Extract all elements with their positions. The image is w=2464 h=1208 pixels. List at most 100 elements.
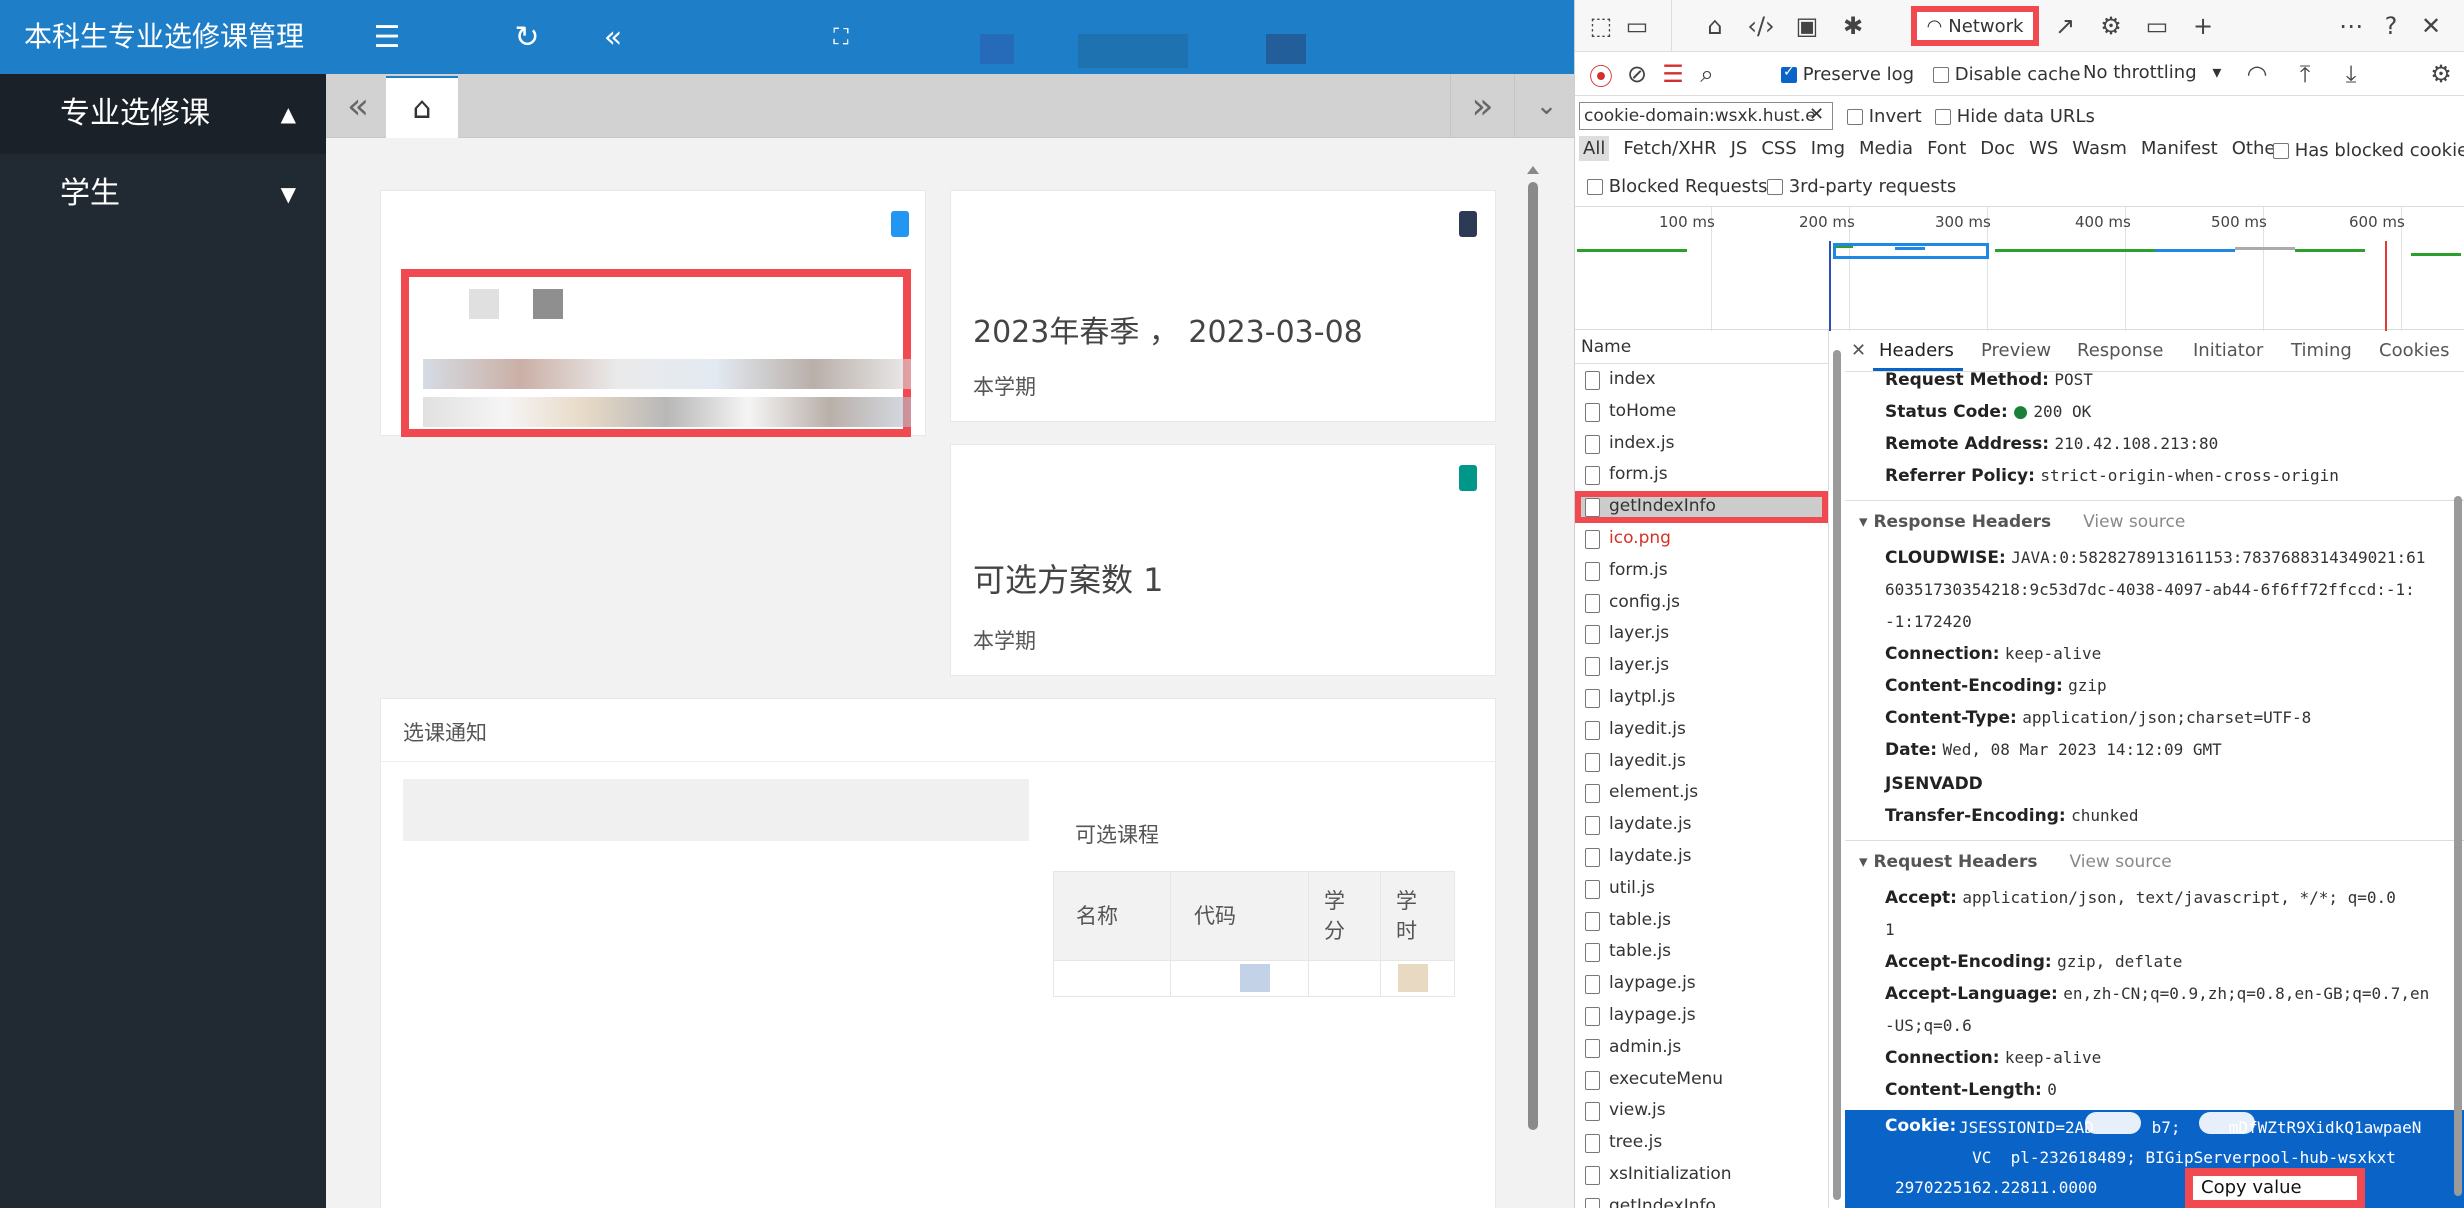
request-item[interactable]: laydate.js [1575,841,1828,873]
third-party-checkbox[interactable]: 3rd-party requests [1767,176,1956,197]
disable-cache-checkbox[interactable]: Disable cache [1933,64,2081,85]
add-tab-icon[interactable]: + [2187,10,2219,42]
clear-filter-icon[interactable]: ✕ [1809,104,1824,125]
elements-icon[interactable]: ‹/› [1745,10,1777,42]
checkbox[interactable] [1933,67,1949,83]
request-item[interactable]: laytpl.js [1575,682,1828,714]
request-list-scrollbar[interactable] [1831,336,1843,1208]
request-item[interactable]: toHome [1575,396,1828,428]
request-item[interactable]: index.js [1575,428,1828,460]
response-headers-section[interactable]: ▾ Response Headers View source [1859,512,2185,532]
close-detail-icon[interactable]: ✕ [1851,340,1866,361]
type-filter[interactable]: JS [1731,138,1748,159]
network-conditions-icon[interactable]: ◠ [2241,58,2273,90]
help-icon[interactable]: ? [2375,10,2407,42]
request-headers-section[interactable]: ▾ Request Headers View source [1859,852,2172,872]
request-item[interactable]: index [1575,364,1828,396]
menu-toggle-icon[interactable]: ☰ [366,16,408,58]
device-toggle-icon[interactable]: ▭ [1621,10,1653,42]
tabs-dropdown-icon[interactable]: ⌄ [1514,74,1574,138]
type-filter-all[interactable]: All [1579,136,1610,161]
type-filter[interactable]: WS [2029,138,2058,159]
request-item[interactable]: table.js [1575,936,1828,968]
tabs-scroll-right-icon[interactable]: » [1450,74,1514,138]
tab-headers[interactable]: Headers [1879,340,1954,361]
scroll-up-icon[interactable] [1527,166,1539,174]
sidebar-item-elective-courses[interactable]: 专业选修课 ▲ [0,74,326,154]
checkbox[interactable] [1587,179,1603,195]
checkbox[interactable] [1847,109,1863,125]
scroll-thumb[interactable] [2454,496,2462,1196]
performance-icon[interactable]: ↗ [2049,10,2081,42]
console-icon[interactable]: ▣ [1791,10,1823,42]
refresh-icon[interactable]: ↻ [506,16,548,58]
request-item[interactable]: laypage.js [1575,1000,1828,1032]
more-options-icon[interactable]: ⋯ [2335,10,2367,42]
type-filter[interactable]: CSS [1761,138,1796,159]
request-item[interactable]: tree.js [1575,1127,1828,1159]
request-item-selected[interactable]: getIndexInfo [1575,491,1828,523]
request-item-failed[interactable]: ico.png [1575,523,1828,555]
request-item[interactable]: getIndexInfo [1575,1191,1828,1208]
request-item[interactable]: laypage.js [1575,968,1828,1000]
request-item[interactable]: layer.js [1575,650,1828,682]
request-item[interactable]: form.js [1575,459,1828,491]
network-timeline[interactable]: 100 ms 200 ms 300 ms 400 ms 500 ms 600 m… [1575,206,2464,331]
close-devtools-icon[interactable]: ✕ [2415,10,2447,42]
invert-checkbox[interactable]: Invert [1847,106,1922,127]
hide-data-urls-checkbox[interactable]: Hide data URLs [1935,106,2095,127]
collapse-left-icon[interactable]: « [592,16,634,58]
request-item[interactable]: element.js [1575,777,1828,809]
filter-input[interactable]: cookie-domain:wsxk.hust.e [1579,102,1833,130]
home-tab[interactable]: ⌂ [386,76,458,138]
fullscreen-icon[interactable]: ⛶ [820,16,862,58]
type-filter[interactable]: Doc [1980,138,2015,159]
clear-icon[interactable]: ⊘ [1621,58,1653,90]
import-har-icon[interactable]: ⤒ [2289,58,2321,90]
tab-preview[interactable]: Preview [1981,340,2051,361]
content-scrollbar[interactable] [1525,166,1543,1146]
tab-response[interactable]: Response [2077,340,2163,361]
tab-network[interactable]: ◠ Network [1911,6,2039,46]
request-item[interactable]: xsInitialization [1575,1159,1828,1191]
request-item[interactable]: admin.js [1575,1032,1828,1064]
type-filter[interactable]: Wasm [2072,138,2127,159]
cookie-header-selected[interactable]: Cookie: JSESSIONID=2AD b7; mDfWZtR9XidkQ… [1845,1110,2464,1208]
filter-icon[interactable]: ☰ [1657,58,1689,90]
scroll-thumb[interactable] [1528,182,1538,1130]
request-item[interactable]: form.js [1575,555,1828,587]
scroll-thumb[interactable] [1833,350,1841,1200]
type-filter[interactable]: Font [1927,138,1966,159]
request-item[interactable]: config.js [1575,587,1828,619]
request-item[interactable]: view.js [1575,1095,1828,1127]
copy-value-menu-item[interactable]: Copy value [2185,1168,2365,1208]
view-source-link[interactable]: View source [2069,852,2171,872]
tab-timing[interactable]: Timing [2291,340,2352,361]
tabs-scroll-left-icon[interactable]: « [326,74,390,138]
sources-bug-icon[interactable]: ✱ [1837,10,1869,42]
record-icon[interactable]: ⦿ [1585,58,1617,91]
checkbox[interactable] [2273,143,2289,159]
export-har-icon[interactable]: ⤓ [2335,58,2367,90]
settings-gear-icon[interactable]: ⚙ [2095,10,2127,42]
name-column-header[interactable]: Name [1575,330,1828,364]
blocked-requests-checkbox[interactable]: Blocked Requests [1587,176,1768,197]
type-filter[interactable]: Manifest [2141,138,2218,159]
request-item[interactable]: layer.js [1575,618,1828,650]
preserve-log-checkbox[interactable]: Preserve log [1781,64,1914,85]
checkbox[interactable] [1935,109,1951,125]
request-item[interactable]: layedit.js [1575,714,1828,746]
view-source-link[interactable]: View source [2083,512,2185,532]
sidebar-item-students[interactable]: 学生 ▼ [0,154,326,234]
request-item[interactable]: executeMenu [1575,1064,1828,1096]
type-filter[interactable]: Img [1811,138,1845,159]
detail-scrollbar[interactable] [2453,376,2463,1208]
tab-initiator[interactable]: Initiator [2193,340,2263,361]
application-icon[interactable]: ▭ [2141,10,2173,42]
type-filter[interactable]: Fetch/XHR [1623,138,1716,159]
inspect-icon[interactable]: ⬚ [1585,10,1617,42]
throttling-select[interactable]: No throttling ▾ [2083,62,2221,83]
checkbox[interactable] [1767,179,1783,195]
has-blocked-cookies-checkbox[interactable]: Has blocked cookies [2273,140,2464,161]
request-item[interactable]: layedit.js [1575,746,1828,778]
